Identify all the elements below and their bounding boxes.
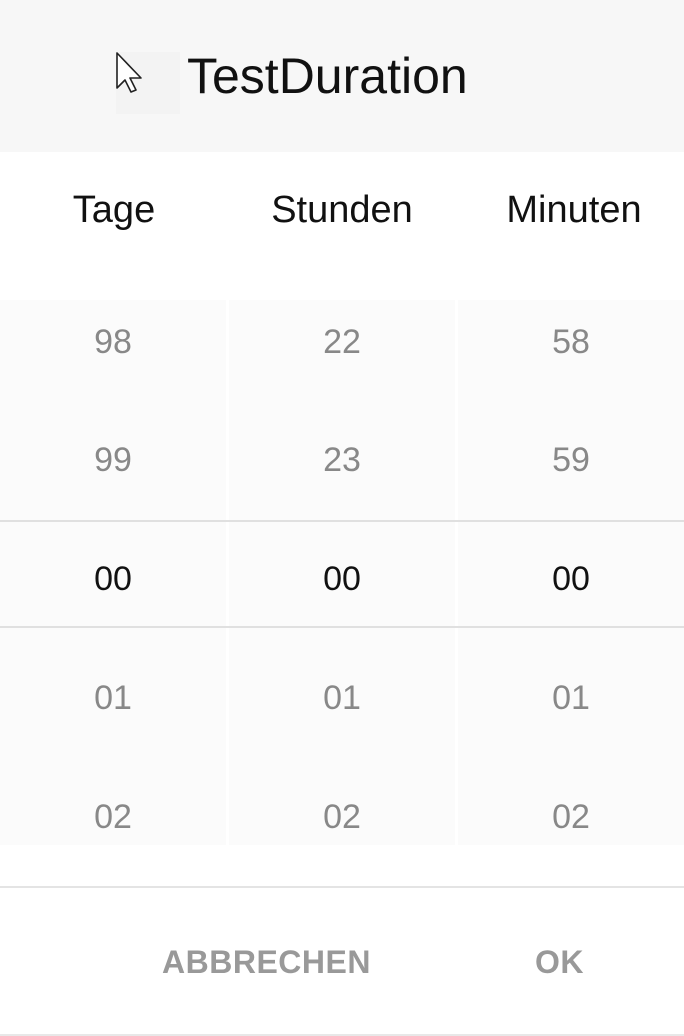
column-label-days: Tage (72, 189, 156, 231)
ok-button[interactable]: OK (535, 930, 584, 994)
cursor-arrow-icon (116, 52, 180, 114)
hours-wheel-item[interactable]: 01 (229, 656, 455, 756)
cancel-button[interactable]: ABBRECHEN (162, 930, 371, 994)
selection-bottom-divider (0, 626, 684, 628)
selection-top-divider (0, 520, 684, 522)
dialog-header: TestDuration (0, 0, 684, 152)
minutes-wheel-selected-item[interactable]: 00 (458, 537, 684, 637)
hours-wheel-item[interactable]: 22 (229, 300, 455, 400)
duration-picker-dialog: TestDuration Tage Stunden Minuten 98 99 … (0, 0, 684, 1036)
days-wheel-item[interactable]: 02 (0, 775, 226, 875)
duration-picker: 98 99 00 01 02 22 23 00 01 02 58 59 00 0… (0, 300, 684, 845)
hours-wheel-item[interactable]: 02 (229, 775, 455, 875)
hours-wheel[interactable]: 22 23 00 01 02 (229, 300, 455, 845)
footer-divider (0, 886, 684, 888)
minutes-wheel[interactable]: 58 59 00 01 02 (458, 300, 684, 845)
column-labels: Tage Stunden Minuten (0, 180, 684, 240)
hours-wheel-item[interactable]: 23 (229, 418, 455, 518)
days-wheel-selected-item[interactable]: 00 (0, 537, 226, 637)
minutes-wheel-item[interactable]: 01 (458, 656, 684, 756)
days-wheel-item[interactable]: 99 (0, 418, 226, 518)
dialog-title: TestDuration (187, 48, 468, 104)
minutes-wheel-item[interactable]: 59 (458, 418, 684, 518)
days-wheel[interactable]: 98 99 00 01 02 (0, 300, 226, 845)
minutes-wheel-item[interactable]: 02 (458, 775, 684, 875)
hours-wheel-selected-item[interactable]: 00 (229, 537, 455, 637)
days-wheel-item[interactable]: 01 (0, 656, 226, 756)
column-label-hours: Stunden (271, 189, 413, 231)
days-wheel-item[interactable]: 98 (0, 300, 226, 400)
column-label-minutes: Minuten (506, 189, 642, 231)
minutes-wheel-item[interactable]: 58 (458, 300, 684, 400)
